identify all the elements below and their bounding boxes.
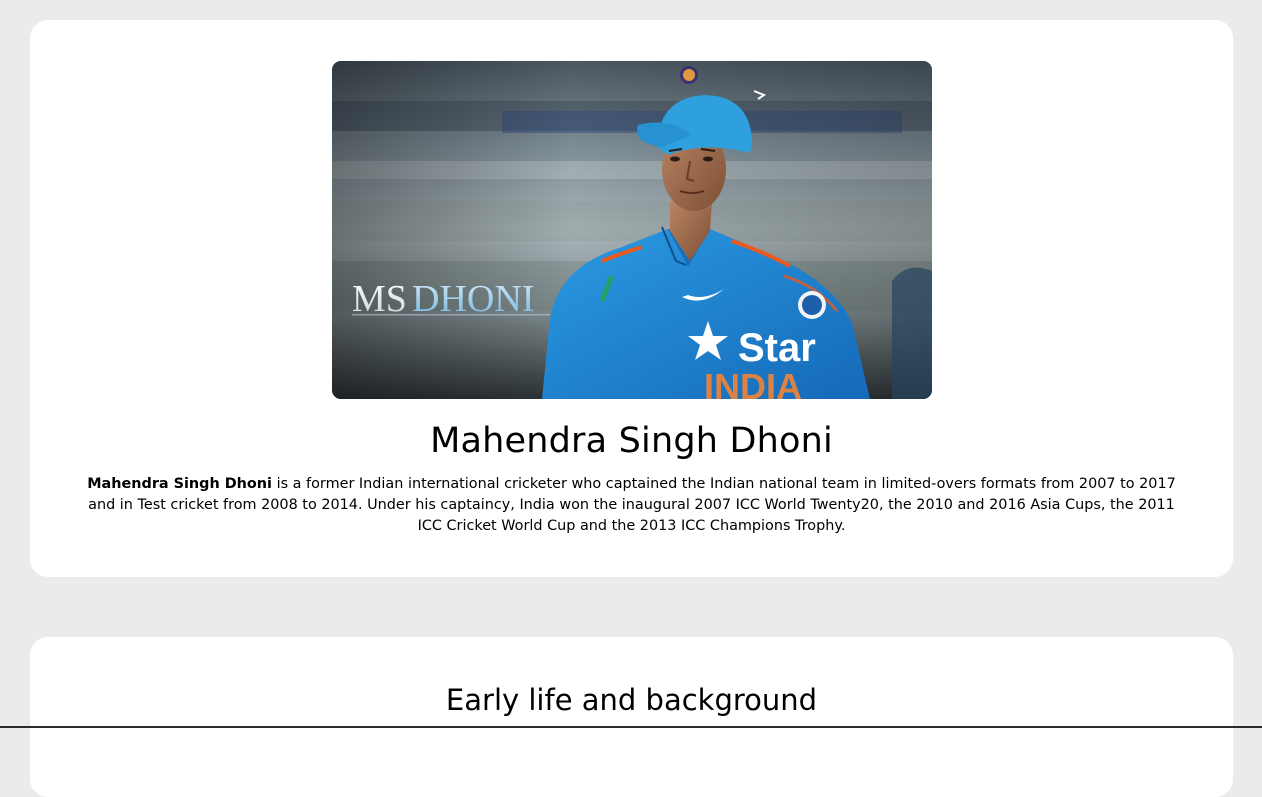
page-title: Mahendra Singh Dhoni xyxy=(430,421,833,461)
svg-text:DHONI: DHONI xyxy=(412,278,534,320)
hero-description: Mahendra Singh Dhoni is a former Indian … xyxy=(80,474,1183,537)
svg-text:MS: MS xyxy=(352,278,407,320)
early-life-card: Early life and background xyxy=(30,637,1233,797)
early-life-heading: Early life and background xyxy=(445,683,818,717)
description-bold-name: Mahendra Singh Dhoni xyxy=(87,476,272,492)
jersey-sponsor-text: Star xyxy=(738,326,816,370)
hero-image: MS DHONI Star INDIA xyxy=(332,61,932,399)
hero-card: MS DHONI Star INDIA Mahendra Singh Dhoni… xyxy=(30,20,1233,577)
jersey-country-text: INDIA xyxy=(704,366,802,399)
